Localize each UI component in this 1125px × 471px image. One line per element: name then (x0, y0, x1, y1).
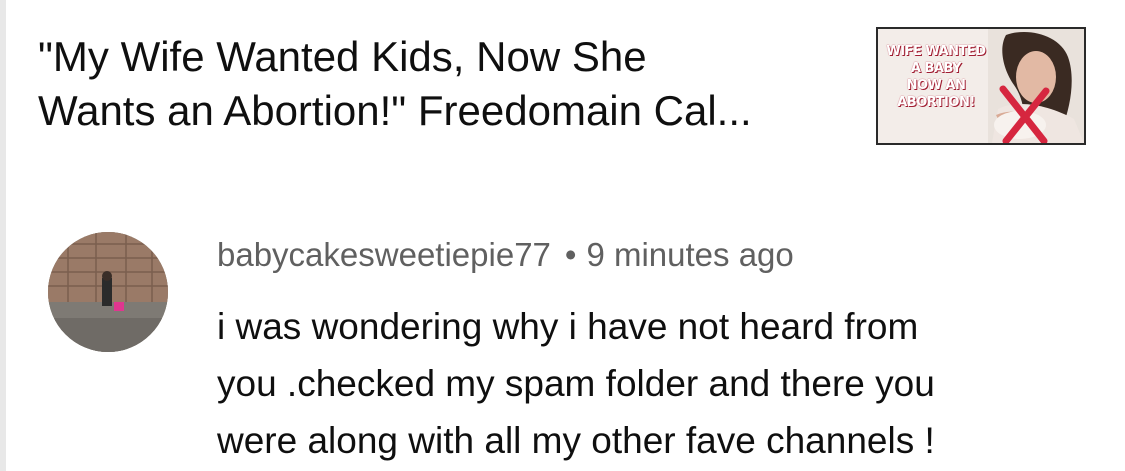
avatar[interactable] (48, 232, 168, 352)
video-title[interactable]: "My Wife Wanted Kids, Now She Wants an A… (38, 30, 838, 138)
comment-item: babycakesweetiepie77 • 9 minutes ago i was… (0, 210, 1125, 471)
comment-author[interactable]: babycakesweetiepie77 (217, 236, 551, 273)
comment-meta: babycakesweetiepie77 • 9 minutes ago (217, 235, 794, 275)
thumbnail-caption: WIFE WANTED A BABY NOW AN ABORTION! (886, 44, 986, 110)
video-thumbnail[interactable]: WIFE WANTED A BABY NOW AN ABORTION! (876, 27, 1086, 145)
avatar-photo (48, 232, 168, 352)
comment-text: i was wondering why i have not heard fro… (217, 306, 935, 461)
comment-timestamp[interactable]: 9 minutes ago (586, 236, 793, 273)
meta-separator: • (564, 236, 577, 273)
video-item[interactable]: "My Wife Wanted Kids, Now She Wants an A… (0, 0, 1125, 165)
screen: "My Wife Wanted Kids, Now She Wants an A… (0, 0, 1125, 471)
